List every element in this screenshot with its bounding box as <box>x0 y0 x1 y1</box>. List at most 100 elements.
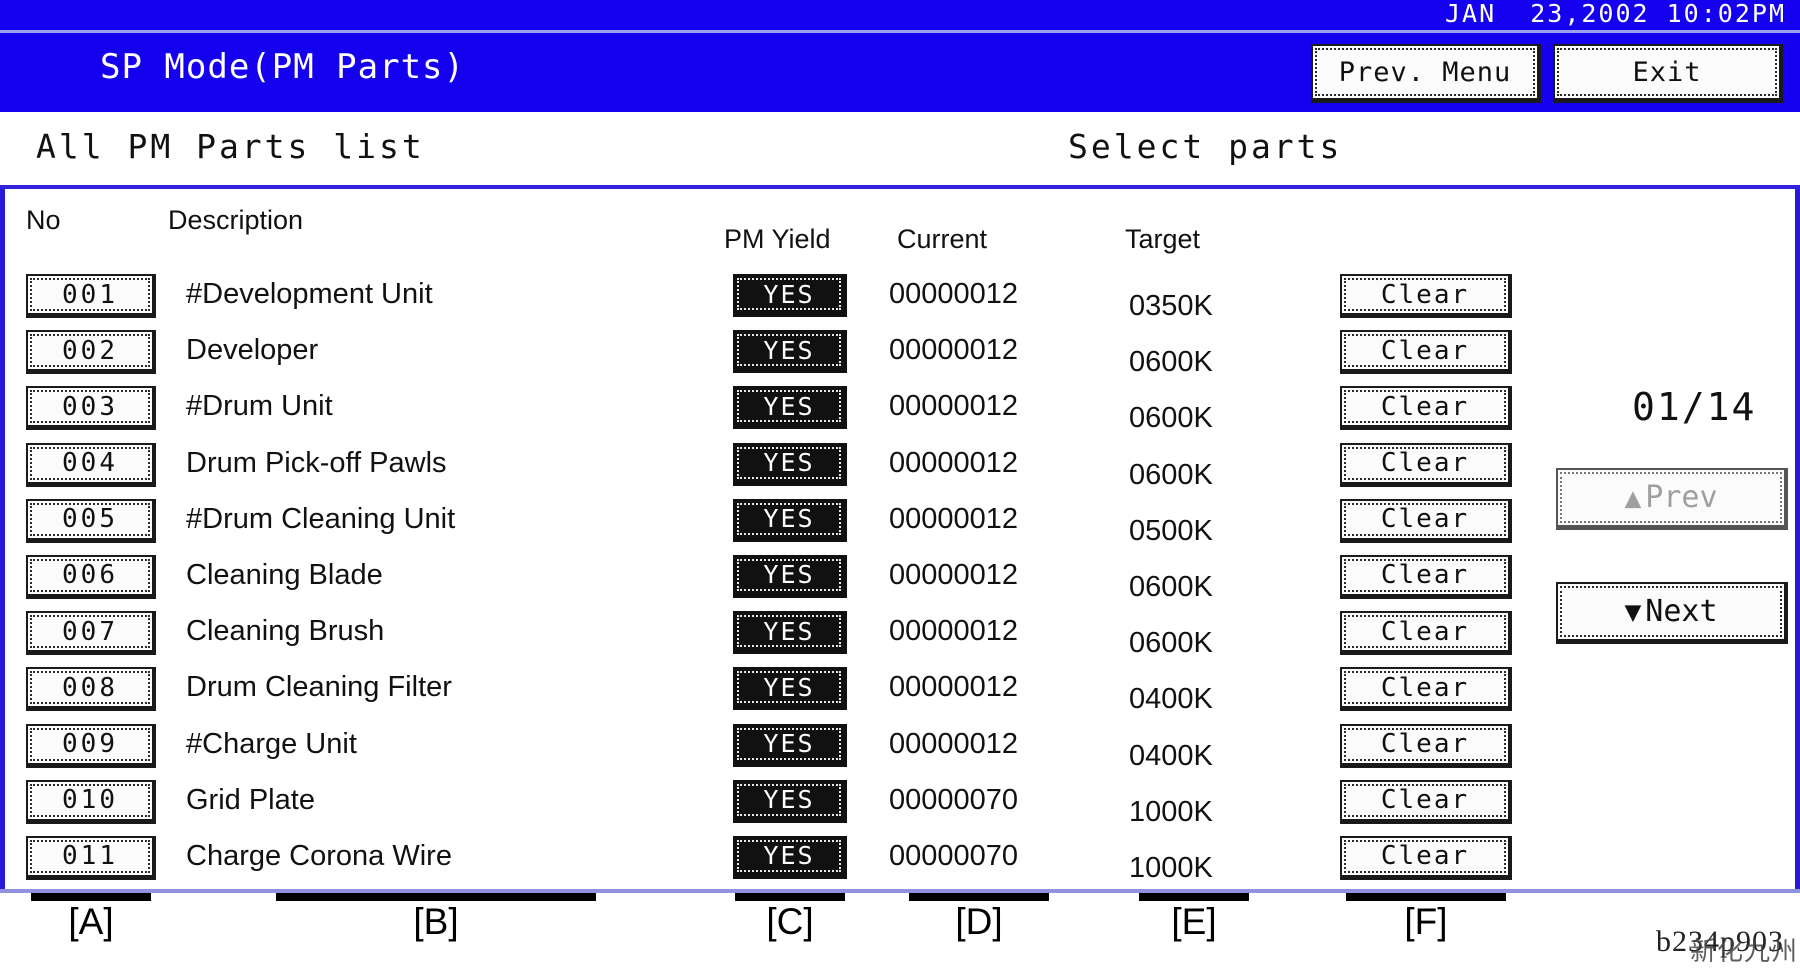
table-row: 005 #Drum Cleaning Unit YES 00000012 0500K Cl… <box>0 497 1800 553</box>
subheader-divider <box>0 185 1800 189</box>
parts-list: 001 #Development Unit YES 00000012 0350K Clea… <box>0 272 1800 890</box>
target-value: 0400K <box>1129 739 1213 772</box>
clear-button[interactable]: Clear <box>1340 779 1512 824</box>
target-value: 1000K <box>1129 851 1213 884</box>
clear-button[interactable]: Clear <box>1340 498 1512 543</box>
pm-yield-label: YES <box>763 841 815 871</box>
clear-button[interactable]: Clear <box>1340 386 1512 431</box>
target-value: 0600K <box>1129 627 1213 660</box>
callout-underline <box>276 893 596 901</box>
callout-underline <box>1139 893 1249 901</box>
part-no-button[interactable]: 001 <box>26 274 156 318</box>
prev-page-button[interactable]: ▲ Prev <box>1556 468 1788 530</box>
prev-page-label: Prev <box>1645 480 1718 515</box>
current-value: 00000012 <box>889 671 1019 704</box>
part-no-button[interactable]: 005 <box>26 498 156 543</box>
exit-label: Exit <box>1632 56 1702 88</box>
clear-button[interactable]: Clear <box>1340 330 1512 375</box>
part-no-label: 001 <box>62 279 118 310</box>
watermark-overlay: 新化九州 <box>1690 937 1799 966</box>
pm-yield-toggle[interactable]: YES <box>733 386 847 430</box>
target-value: 0600K <box>1129 458 1213 491</box>
pm-yield-label: YES <box>763 560 815 590</box>
part-no-button[interactable]: 010 <box>26 779 156 824</box>
callout-marker: [E] <box>1129 893 1259 942</box>
part-description: Drum Pick-off Pawls <box>186 446 447 479</box>
clear-button[interactable]: Clear <box>1340 611 1512 656</box>
table-row: 003 #Drum Unit YES 00000012 0600K Clear <box>0 384 1800 440</box>
pm-yield-label: YES <box>763 616 815 646</box>
callout-underline <box>909 893 1049 901</box>
pm-yield-toggle[interactable]: YES <box>733 498 847 542</box>
part-no-button[interactable]: 006 <box>26 554 156 599</box>
clear-button[interactable]: Clear <box>1340 835 1512 880</box>
part-no-button[interactable]: 004 <box>26 442 156 487</box>
target-value: 0500K <box>1129 514 1213 547</box>
current-value: 00000012 <box>889 446 1019 479</box>
target-value: 0400K <box>1129 683 1213 716</box>
clear-button[interactable]: Clear <box>1340 667 1512 712</box>
part-no-label: 004 <box>62 448 118 479</box>
callout-marker: [B] <box>186 893 686 942</box>
datetime-text: JAN 23,2002 10:02PM <box>1444 0 1786 28</box>
column-header-description: Description <box>168 205 304 235</box>
current-value: 00000012 <box>889 727 1019 760</box>
pm-yield-toggle[interactable]: YES <box>733 835 847 879</box>
table-row: 008 Drum Cleaning Filter YES 00000012 0400K C… <box>0 665 1800 721</box>
column-header-no: No <box>26 205 61 235</box>
current-value: 00000012 <box>889 390 1019 423</box>
part-no-label: 006 <box>62 560 118 591</box>
target-value: 0350K <box>1129 290 1213 322</box>
next-page-label: Next <box>1645 594 1718 629</box>
part-no-label: 003 <box>62 391 118 422</box>
column-header-pm-yield: PM Yield <box>724 224 831 254</box>
part-no-button[interactable]: 008 <box>26 667 156 712</box>
pm-yield-toggle[interactable]: YES <box>733 274 847 317</box>
clear-button[interactable]: Clear <box>1340 274 1512 318</box>
pm-yield-toggle[interactable]: YES <box>733 667 847 711</box>
clear-label: Clear <box>1380 672 1470 703</box>
part-no-button[interactable]: 002 <box>26 330 156 375</box>
table-row: 001 #Development Unit YES 00000012 0350K Clea… <box>0 272 1800 328</box>
pm-yield-label: YES <box>763 335 815 365</box>
clear-button[interactable]: Clear <box>1340 554 1512 599</box>
pm-yield-toggle[interactable]: YES <box>733 611 847 655</box>
target-value: 1000K <box>1129 795 1213 828</box>
table-row: 011 Charge Corona Wire YES 00000070 1000K Cle… <box>0 834 1800 890</box>
current-value: 00000070 <box>889 783 1019 816</box>
part-no-label: 005 <box>62 504 118 535</box>
part-no-button[interactable]: 003 <box>26 386 156 431</box>
pm-yield-toggle[interactable]: YES <box>733 442 847 486</box>
part-no-label: 007 <box>62 616 118 647</box>
table-row: 007 Cleaning Brush YES 00000012 0600K Clear <box>0 609 1800 665</box>
prev-menu-button[interactable]: Prev. Menu <box>1311 44 1541 103</box>
next-page-button[interactable]: ▼ Next <box>1556 582 1788 644</box>
current-value: 00000012 <box>889 558 1019 591</box>
pm-yield-toggle[interactable]: YES <box>733 554 847 598</box>
pm-yield-label: YES <box>763 279 815 309</box>
clear-label: Clear <box>1380 729 1470 759</box>
clear-label: Clear <box>1380 448 1470 479</box>
clear-button[interactable]: Clear <box>1340 723 1512 768</box>
column-header-target: Target <box>1125 224 1201 254</box>
callout-marker: [D] <box>889 893 1069 942</box>
part-description: #Drum Cleaning Unit <box>186 502 456 535</box>
callout-underline <box>31 893 151 901</box>
current-value: 00000070 <box>889 839 1019 872</box>
part-no-button[interactable]: 009 <box>26 723 156 768</box>
clear-button[interactable]: Clear <box>1340 442 1512 487</box>
pm-yield-toggle[interactable]: YES <box>733 330 847 374</box>
pm-yield-label: YES <box>763 672 815 702</box>
current-value: 00000012 <box>889 278 1019 310</box>
exit-button[interactable]: Exit <box>1553 44 1783 103</box>
callout-label: [F] <box>1404 901 1448 942</box>
current-value: 00000012 <box>889 502 1019 535</box>
part-description: #Charge Unit <box>186 727 357 760</box>
clear-label: Clear <box>1380 560 1470 591</box>
pm-yield-toggle[interactable]: YES <box>733 779 847 823</box>
pm-yield-toggle[interactable]: YES <box>733 723 847 767</box>
part-description: Developer <box>186 334 319 367</box>
part-no-button[interactable]: 011 <box>26 835 156 880</box>
next-page-content: ▼ Next <box>1624 594 1717 629</box>
part-no-button[interactable]: 007 <box>26 611 156 656</box>
